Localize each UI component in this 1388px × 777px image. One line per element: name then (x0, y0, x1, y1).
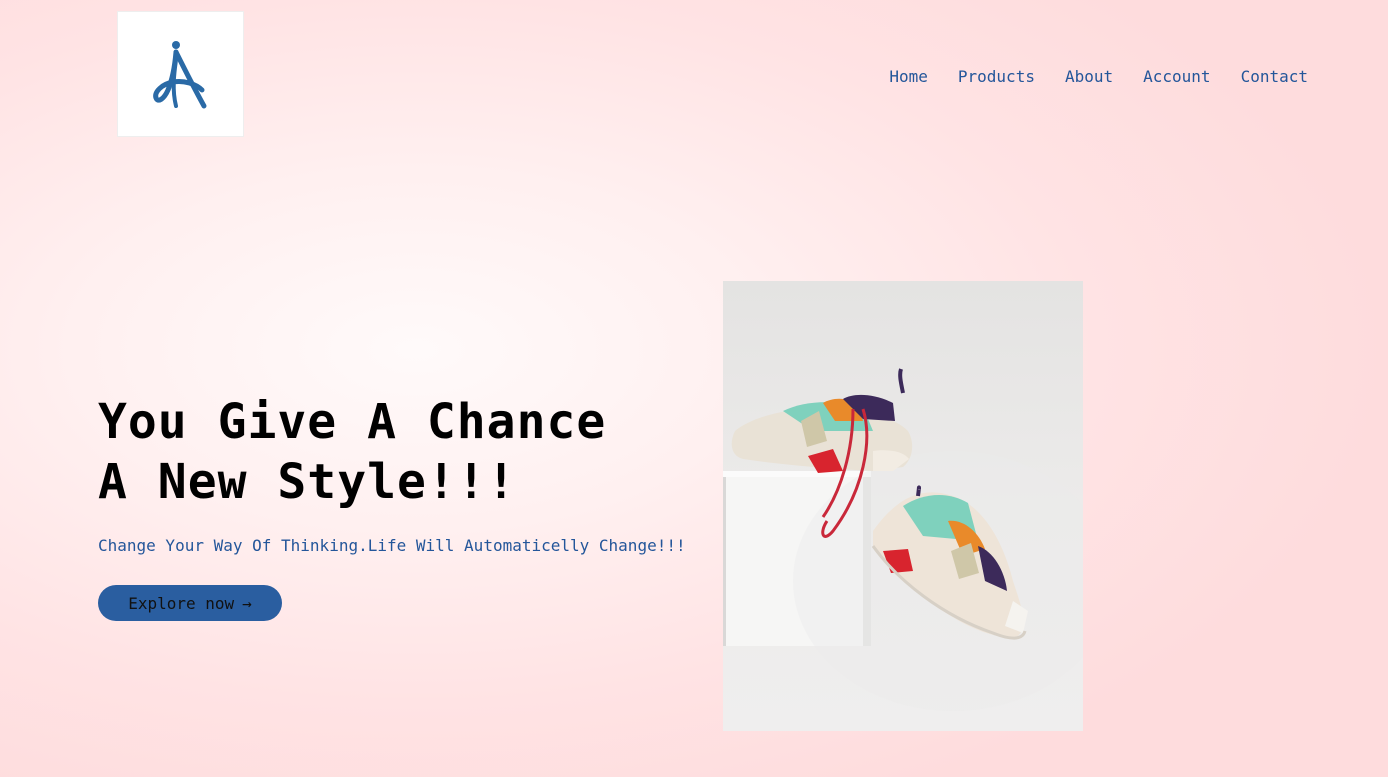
logo-icon (153, 41, 207, 109)
hero-title-line-2: A New Style!!! (98, 454, 517, 510)
sneakers-illustration (723, 368, 1083, 711)
nav-about[interactable]: About (1065, 66, 1113, 88)
nav-home[interactable]: Home (889, 66, 928, 88)
arrow-right-icon: → (242, 593, 252, 613)
nav-account[interactable]: Account (1143, 66, 1210, 88)
logo[interactable] (118, 12, 243, 136)
nav-contact[interactable]: Contact (1241, 66, 1308, 88)
hero-subtitle: Change Your Way Of Thinking.Life Will Au… (98, 536, 686, 555)
hero-title: You Give A Chance A New Style!!! (98, 392, 606, 512)
main-nav: Home Products About Account Contact (889, 66, 1308, 88)
explore-now-button[interactable]: Explore now → (98, 585, 282, 621)
nav-products[interactable]: Products (958, 66, 1035, 88)
hero-title-line-1: You Give A Chance (98, 394, 607, 450)
hero-sneakers-image (723, 281, 1083, 731)
explore-now-label: Explore now (128, 593, 235, 613)
